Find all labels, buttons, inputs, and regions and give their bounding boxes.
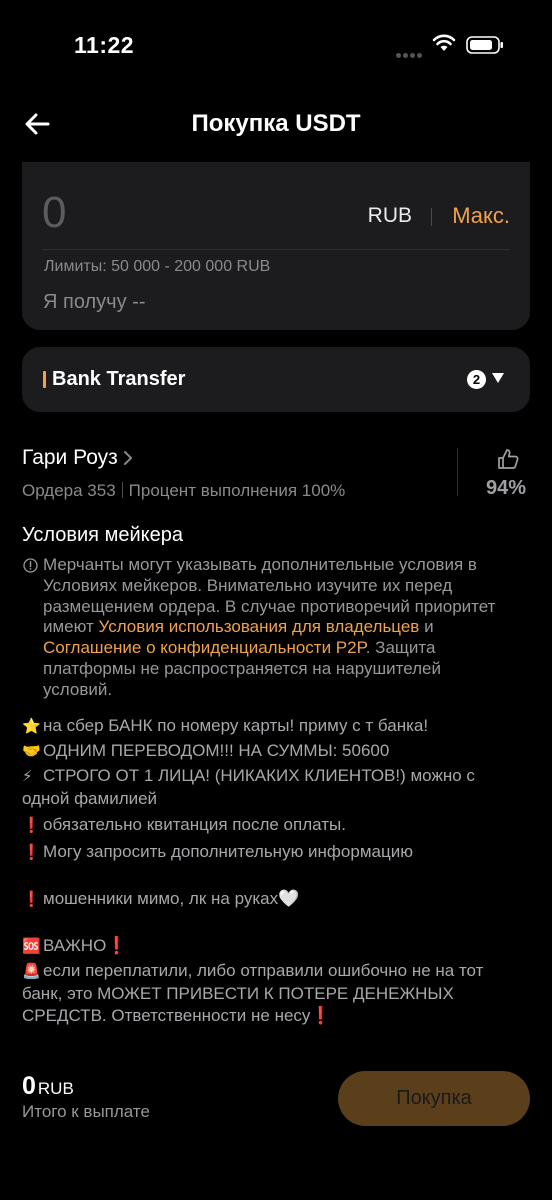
terms-line-text: на сбер БАНК по номеру карты! приму с т … [43,716,429,735]
lightning-icon: ⚡ [22,768,33,785]
total-label: Итого к выплате [22,1102,150,1121]
terms-line-text: ВАЖНО❗ [43,936,128,955]
maker-conditions-title: Условия мейкера [22,524,183,546]
terms-line-text: обязательно квитанция после оплаты. [43,815,346,834]
currency-separator [431,208,432,226]
maker-conditions-text: Мерчанты могут указывать дополнительные … [43,555,513,701]
amount-divider [42,249,510,250]
exclamation-icon: ❗ [22,844,41,861]
signal-icon [396,45,424,58]
payment-method-count-badge: 2 [467,370,486,389]
exclamation-icon: ❗ [22,817,41,834]
terms-line-text: если переплатили, либо отправили ошибочн… [22,961,484,1025]
merchant-stats: Ордера 353 Процент выполнения 100% [22,481,345,501]
wifi-icon [432,34,456,51]
terms-line-text: ОДНИМ ПЕРЕВОДОМ!!! НА СУММЫ: 50600 [43,741,390,760]
terms-line-text: Могу запросить дополнительную информацию [43,842,413,861]
receive-text: Я получу -- [43,291,146,313]
limits-text: Лимиты: 50 000 - 200 000 RUB [44,258,271,275]
chevron-right-icon[interactable] [121,449,135,467]
stats-separator [121,482,123,498]
amount-input[interactable]: 0 [42,188,66,238]
method-accent-bar [43,371,46,388]
exclamation-icon: ❗ [22,891,41,908]
merchant-name[interactable]: Гари Роуз [22,446,118,470]
amount-card: 0 RUB Макс. Лимиты: 50 000 - 200 000 RUB… [22,162,530,330]
terms-line: 🤝 ОДНИМ ПЕРЕВОДОМ!!! НА СУММЫ: 50600 [22,740,522,765]
buy-button[interactable]: Покупка [338,1071,530,1126]
terms-line: ⭐ на сбер БАНК по номеру карты! приму с т… [22,715,522,740]
total-currency: RUB [37,1079,74,1098]
terms-line-text: СТРОГО ОТ 1 ЛИЦА! (НИКАКИХ КЛИЕНТОВ!) мо… [22,766,475,808]
payment-method-selector[interactable]: Bank Transfer 2 [22,347,530,412]
payment-method-label: Bank Transfer [52,368,186,390]
terms-line: ❗ мошенники мимо, лк на руках🤍 [22,888,522,913]
thumbs-up-icon [498,449,519,469]
sos-icon: 🆘 [22,938,41,955]
battery-icon [466,36,503,54]
like-percentage: 94% [486,477,527,499]
handshake-icon: 🤝 [22,743,41,760]
page-title: Покупка USDT [191,110,361,137]
siren-icon: 🚨 [22,963,41,980]
info-icon [23,558,38,573]
status-time: 11:22 [74,32,135,58]
terms-line: ❗ обязательно квитанция после оплаты. [22,814,522,839]
total-amount-value: 0 [22,1072,36,1100]
terms-line-text: мошенники мимо, лк на руках🤍 [43,889,300,908]
status-bar: 11:22 [0,0,552,90]
merchant-terms: ⭐ на сбер БАНК по номеру карты! приму с т… [22,715,522,1027]
p2p-privacy-link[interactable]: Соглашение о конфиденциальности P2P [43,638,366,657]
owner-terms-link[interactable]: Условия использования для владельцев [99,617,420,636]
terms-line: 🆘 ВАЖНО❗ [22,935,522,960]
terms-line: ❗ Могу запросить дополнительную информаци… [22,841,522,866]
merchant-completion: Процент выполнения 100% [128,481,346,500]
merchant-vertical-divider [457,448,458,496]
terms-line: ⚡ СТРОГО ОТ 1 ЛИЦА! (НИКАКИХ КЛИЕНТОВ!) м… [22,765,522,810]
terms-line: 🚨 если переплатили, либо отправили ошибоч… [22,960,522,1027]
header: Покупка USDT [0,100,552,150]
currency-label: RUB [367,204,412,227]
caret-down-icon[interactable] [492,373,504,383]
star-icon: ⭐ [22,718,41,735]
conditions-text-part: и [419,617,434,637]
total-amount: 0 RUB [22,1072,74,1101]
merchant-orders: Ордера 353 [22,481,116,500]
max-button[interactable]: Макс. [452,203,510,229]
